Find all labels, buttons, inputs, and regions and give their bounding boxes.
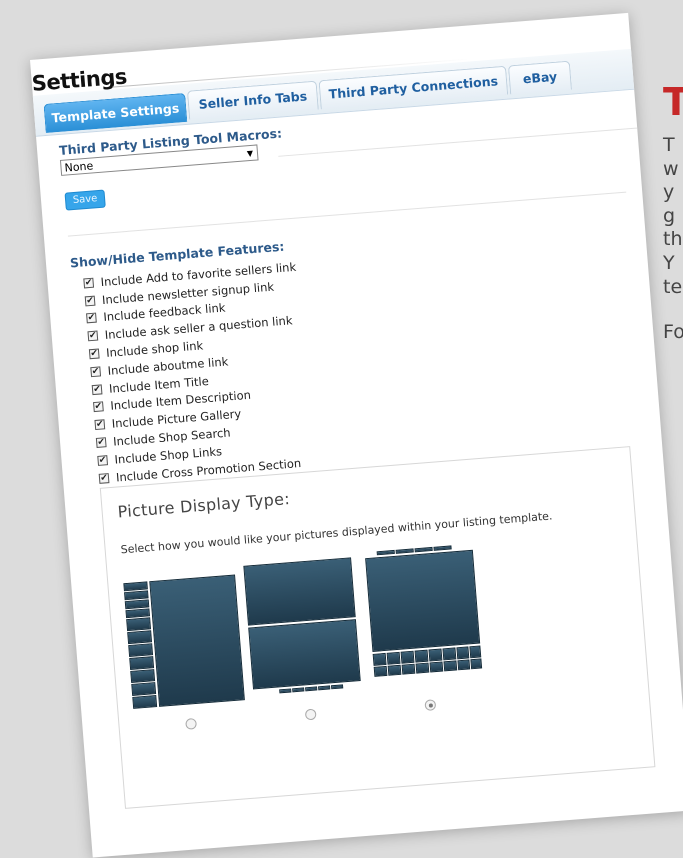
thumbnail-block bbox=[415, 662, 430, 674]
side-line: y bbox=[663, 181, 675, 204]
save-button[interactable]: Save bbox=[64, 189, 106, 211]
thumbnail-block bbox=[130, 669, 156, 683]
checkbox-shop-links[interactable]: ✔ bbox=[97, 455, 109, 466]
thumbnail-block bbox=[414, 649, 429, 663]
picture-display-description: Select how you would like your pictures … bbox=[120, 509, 553, 557]
tab-template-settings[interactable]: Template Settings bbox=[43, 92, 188, 133]
layout-option-3-preview[interactable] bbox=[363, 543, 489, 692]
checkbox-item-description[interactable]: ✔ bbox=[93, 401, 104, 413]
thumbnail-block bbox=[373, 665, 388, 677]
thumbnail-block bbox=[318, 685, 331, 691]
thumbnail-block bbox=[414, 546, 433, 553]
thumbnail-block bbox=[400, 650, 415, 664]
side-line: th bbox=[663, 228, 683, 251]
thumbnail-block bbox=[292, 687, 305, 693]
layout-option-2-radio[interactable] bbox=[304, 708, 317, 721]
picture-display-type-section: Picture Display Type: Select how you wou… bbox=[99, 446, 656, 809]
tab-third-party-connections[interactable]: Third Party Connections bbox=[318, 65, 509, 110]
thumbnail-block bbox=[387, 664, 402, 676]
checkbox-ask-seller[interactable]: ✔ bbox=[87, 330, 99, 342]
side-text-panel: T T w y g th Y te Fo bbox=[663, 78, 683, 345]
divider bbox=[67, 191, 627, 237]
thumbnail-block bbox=[429, 661, 444, 673]
thumbnail-block bbox=[386, 651, 401, 665]
tab-bar: Template Settings Seller Info Tabs Third… bbox=[32, 48, 635, 137]
thumbnail-block bbox=[470, 658, 483, 670]
macros-select-value: None bbox=[64, 159, 94, 175]
features-checklist: ✔ Include Add to favorite sellers link ✔ I… bbox=[83, 258, 312, 488]
thumbnail-block bbox=[443, 660, 458, 672]
side-footer-line: Fo bbox=[663, 321, 683, 344]
main-image-block bbox=[248, 619, 361, 690]
thumbnail-block bbox=[279, 688, 292, 694]
checkbox-aboutme[interactable]: ✔ bbox=[90, 366, 102, 378]
thumbnail-block bbox=[127, 630, 153, 645]
side-line: Y bbox=[663, 251, 675, 274]
thumbnail-block bbox=[428, 648, 443, 662]
side-line: w bbox=[663, 157, 679, 180]
thumbnail-block bbox=[395, 548, 414, 554]
layout-option-2-preview[interactable] bbox=[243, 557, 369, 706]
chevron-down-icon: ▼ bbox=[246, 148, 254, 159]
thumbnail-block bbox=[456, 646, 470, 660]
thumbnail-block bbox=[305, 686, 318, 692]
checkbox-picture-gallery[interactable]: ✔ bbox=[94, 419, 106, 431]
thumbnail-block bbox=[131, 682, 157, 696]
checkbox-favorite-sellers[interactable]: ✔ bbox=[83, 277, 95, 289]
tab-ebay[interactable]: eBay bbox=[507, 60, 572, 95]
picture-display-title: Picture Display Type: bbox=[116, 488, 291, 522]
checkbox-cross-promotion[interactable]: ✔ bbox=[98, 472, 110, 484]
divider bbox=[278, 127, 638, 157]
tab-seller-info-tabs[interactable]: Seller Info Tabs bbox=[186, 80, 319, 120]
thumbnail-block bbox=[132, 695, 158, 709]
thumbnail-block bbox=[433, 545, 452, 551]
thumbnail-block bbox=[442, 647, 457, 661]
main-image-block bbox=[243, 557, 356, 626]
thumbnail-block bbox=[372, 652, 387, 666]
side-heading: T bbox=[663, 80, 683, 124]
layout-option-1-radio[interactable] bbox=[185, 717, 198, 730]
side-line: g bbox=[663, 204, 676, 227]
thumbnail-block bbox=[376, 549, 395, 556]
main-image-block bbox=[149, 574, 245, 707]
layout-option-3-radio[interactable] bbox=[424, 699, 437, 711]
layout-option-1-preview[interactable] bbox=[123, 574, 248, 713]
side-line: T bbox=[663, 134, 675, 156]
thumbnail-block bbox=[401, 663, 416, 675]
checkbox-feedback[interactable]: ✔ bbox=[86, 313, 97, 324]
thumbnail-block bbox=[129, 656, 155, 671]
side-line: te bbox=[663, 275, 683, 298]
checkbox-item-title[interactable]: ✔ bbox=[91, 384, 103, 395]
thumbnail-block bbox=[469, 645, 482, 659]
thumbnail-block bbox=[330, 684, 344, 690]
checkbox-shop-search[interactable]: ✔ bbox=[95, 437, 107, 449]
thumbnail-block bbox=[126, 617, 152, 632]
thumbnail-block bbox=[128, 643, 154, 658]
checkbox-shop-link[interactable]: ✔ bbox=[88, 348, 100, 360]
settings-screenshot-card: Settings Template Settings Seller Info T… bbox=[30, 12, 683, 858]
main-image-block bbox=[365, 549, 481, 652]
thumbnail-block bbox=[457, 659, 471, 671]
checkbox-newsletter[interactable]: ✔ bbox=[84, 295, 96, 307]
